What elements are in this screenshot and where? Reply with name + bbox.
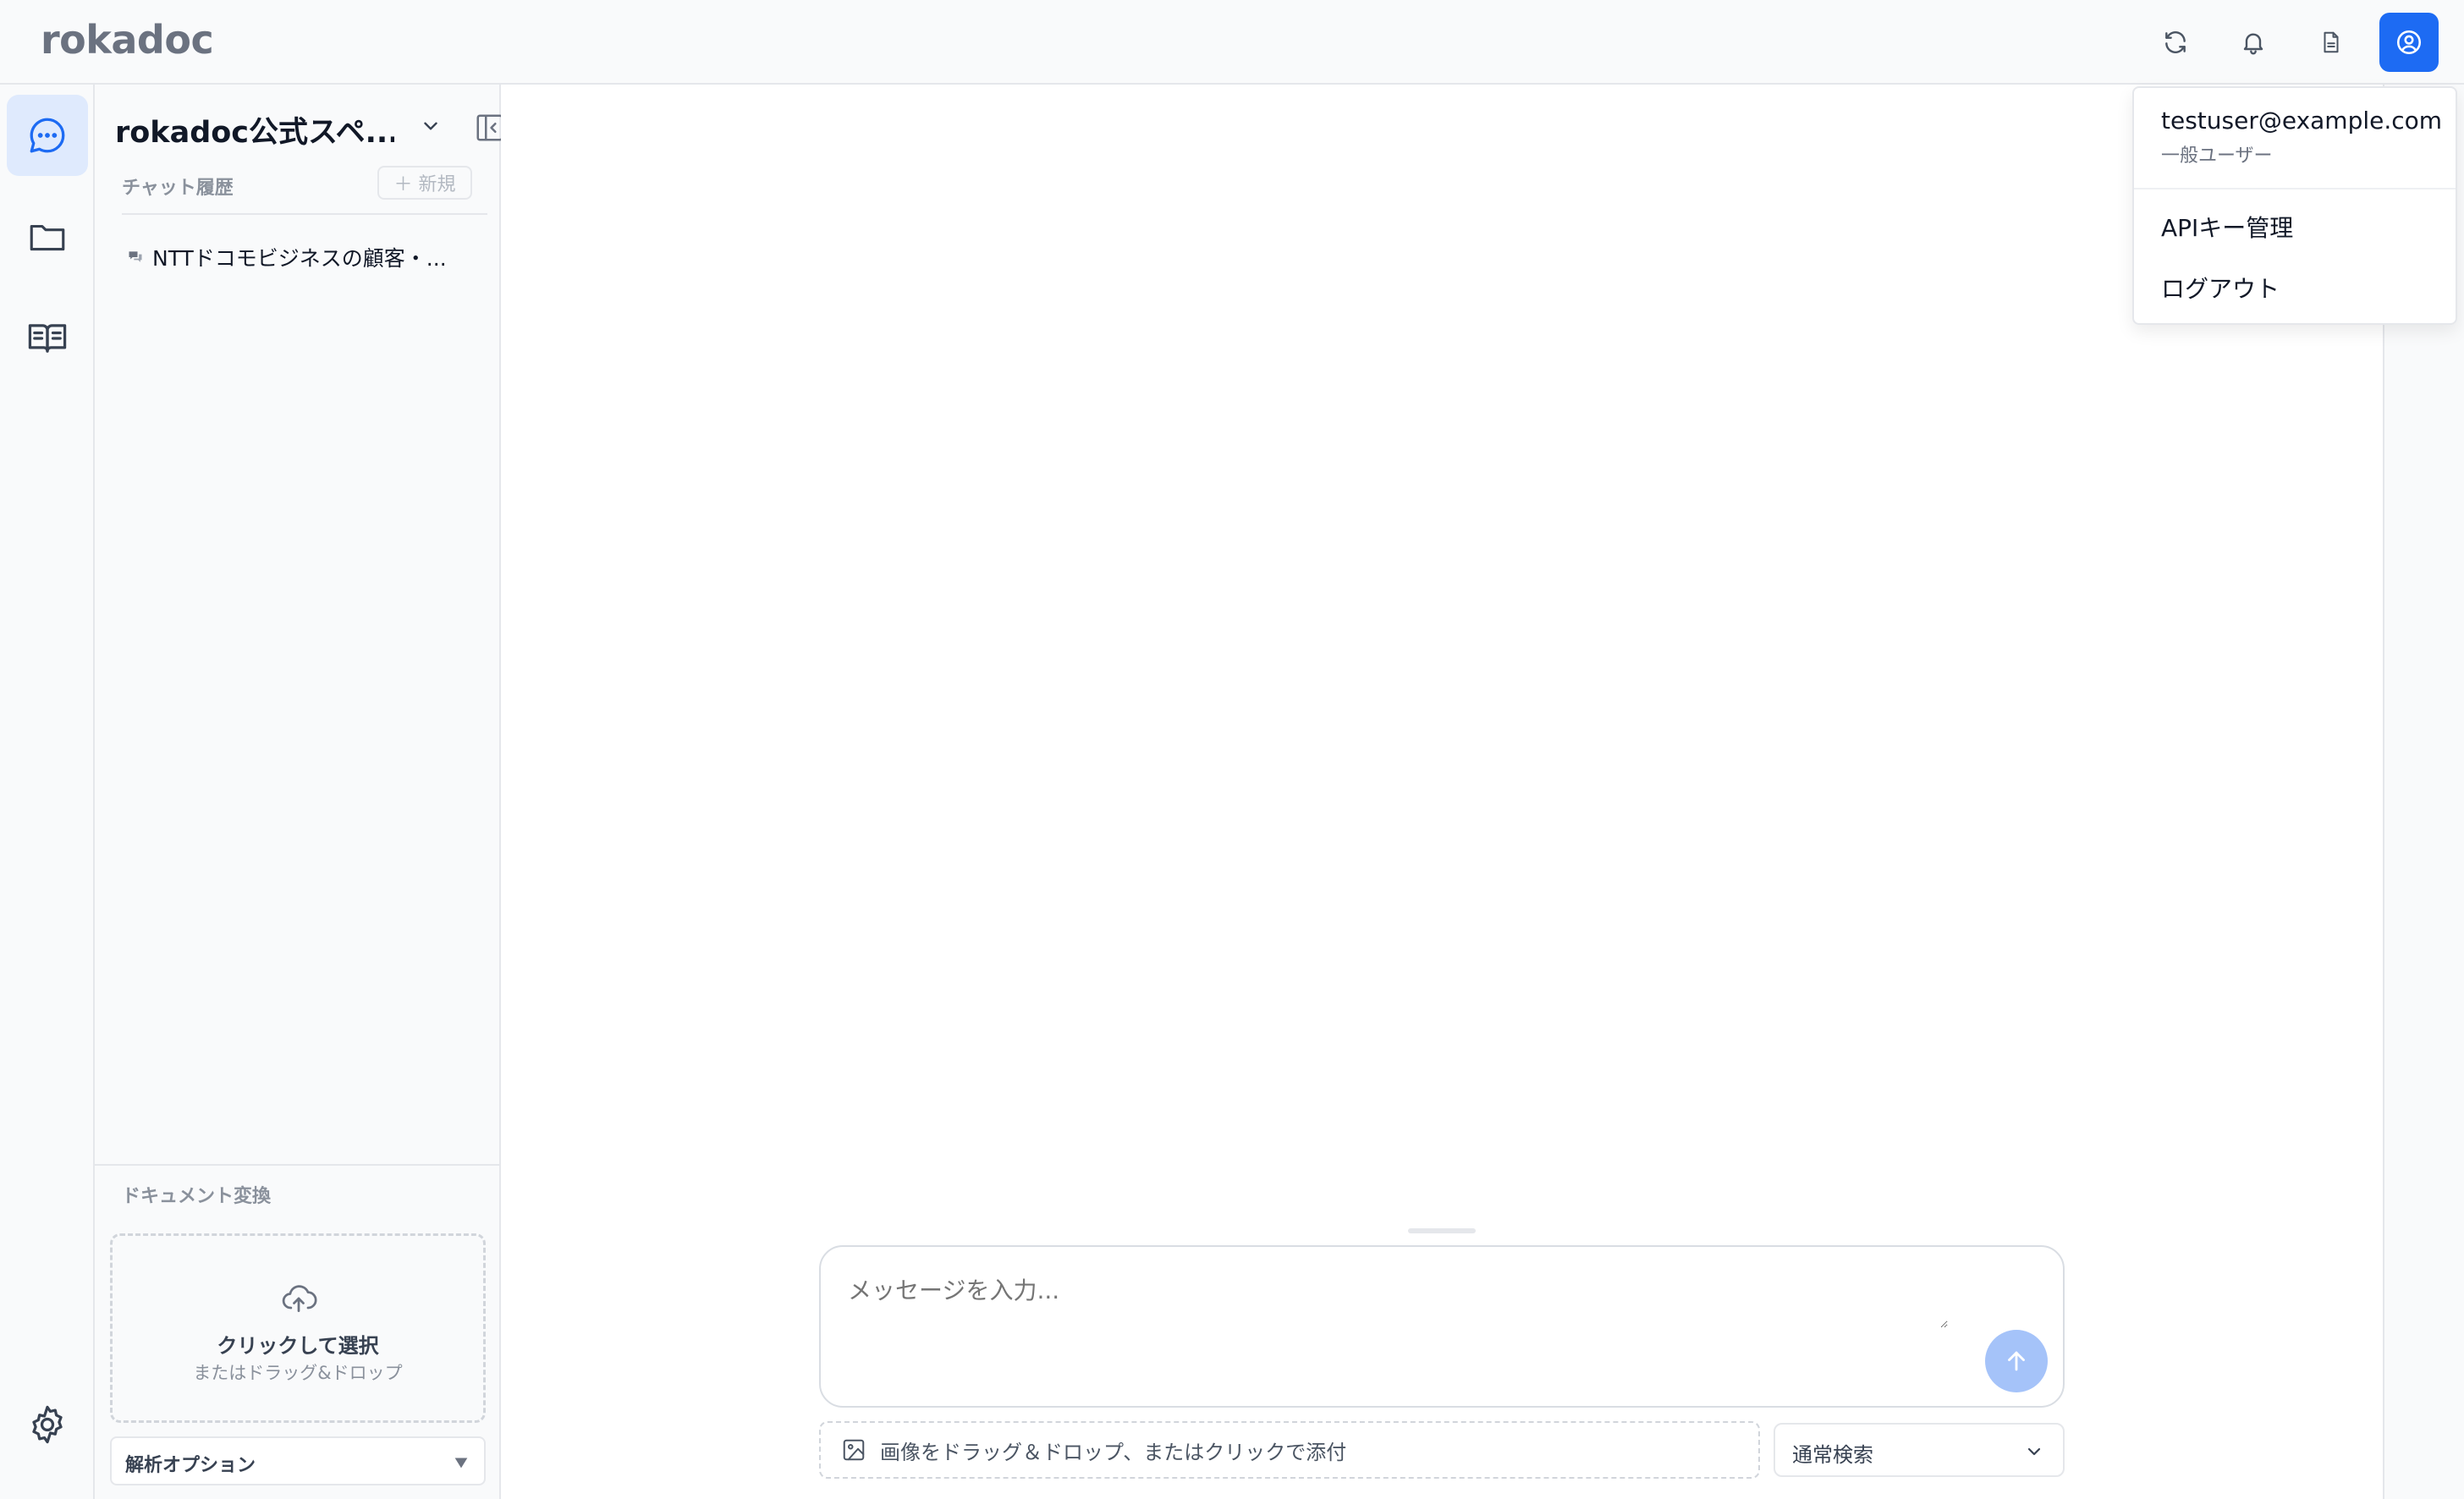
document-icon	[2324, 31, 2339, 53]
icon-rail	[0, 85, 95, 1499]
chevron-down-icon	[2027, 1447, 2041, 1456]
chat-history-header: チャット履歴 ＋ 新規	[122, 166, 487, 215]
chat-history-item[interactable]: NTTドコモビジネスの顧客・...	[115, 235, 487, 279]
workspace-selector[interactable]: rokadoc公式スペ...	[115, 105, 503, 150]
gear-icon	[32, 1405, 63, 1444]
document-conversion-label: ドキュメント変換	[122, 1186, 272, 1207]
book-icon	[28, 324, 67, 353]
refresh-button[interactable]	[2146, 13, 2205, 72]
parse-options-label: 解析オプション	[125, 1455, 256, 1476]
refresh-icon	[2165, 31, 2186, 53]
message-composer	[819, 1245, 2065, 1408]
message-input[interactable]	[848, 1272, 1948, 1328]
search-mode-label: 通常検索	[1792, 1443, 1873, 1467]
folder-icon	[30, 224, 65, 251]
new-chat-button[interactable]: ＋ 新規	[377, 166, 472, 200]
parse-options-select[interactable]: 解析オプション	[110, 1436, 486, 1485]
image-icon	[843, 1439, 865, 1461]
user-role: 一般ユーザー	[2161, 146, 2273, 167]
send-button[interactable]	[1985, 1330, 2048, 1392]
image-attach-dropzone[interactable]: 画像をドラッグ＆ドロップ、またはクリックで添付	[819, 1421, 1760, 1479]
rail-settings-button[interactable]	[7, 1384, 88, 1465]
documents-button[interactable]	[2302, 13, 2361, 72]
rail-files-button[interactable]	[7, 196, 88, 277]
upload-dropzone[interactable]: クリックして選択 またはドラッグ&ドロップ	[110, 1233, 486, 1423]
user-dropdown-menu: testuser@example.com 一般ユーザー APIキー管理 ログアウ…	[2132, 86, 2457, 325]
app-logo[interactable]: rokadoc	[41, 17, 214, 63]
document-conversion-section: ドキュメント変換 クリックして選択 またはドラッグ&ドロップ 解析オプション	[95, 1164, 499, 1499]
chat-history-label: チャット履歴	[122, 178, 234, 199]
upload-title: クリックして選択	[217, 1334, 379, 1358]
arrow-up-icon	[2008, 1351, 2025, 1371]
caret-down-icon	[454, 1458, 468, 1469]
chat-icon	[129, 251, 142, 262]
chat-bubble-icon	[30, 118, 65, 153]
cloud-upload-icon	[282, 1285, 317, 1313]
menu-item-logout[interactable]: ログアウト	[2161, 271, 2280, 305]
top-bar: rokadoc	[0, 0, 2464, 85]
composer-resize-handle[interactable]	[1408, 1228, 1476, 1233]
workspace-name: rokadoc公式スペ...	[115, 116, 394, 150]
user-menu-button[interactable]	[2379, 13, 2439, 72]
attach-text: 画像をドラッグ＆ドロップ、またはクリックで添付	[880, 1440, 1347, 1464]
rail-knowledge-button[interactable]	[7, 298, 88, 379]
sidebar-panel: rokadoc公式スペ... チャット履歴 ＋ 新規 NTTドコモビジネスの顧客…	[95, 85, 503, 1499]
rail-chat-button[interactable]	[7, 95, 88, 176]
notifications-button[interactable]	[2224, 13, 2283, 72]
search-mode-select[interactable]: 通常検索	[1774, 1423, 2065, 1477]
user-email: testuser@example.com	[2161, 107, 2443, 135]
chat-title: NTTドコモビジネスの顧客・...	[152, 246, 447, 271]
user-circle-icon	[2396, 30, 2422, 55]
upload-subtitle: またはドラッグ&ドロップ	[193, 1363, 403, 1383]
menu-item-api-keys[interactable]: APIキー管理	[2161, 210, 2293, 244]
bell-icon	[2243, 33, 2263, 55]
chevron-down-icon	[424, 122, 437, 130]
menu-divider	[2134, 188, 2456, 189]
